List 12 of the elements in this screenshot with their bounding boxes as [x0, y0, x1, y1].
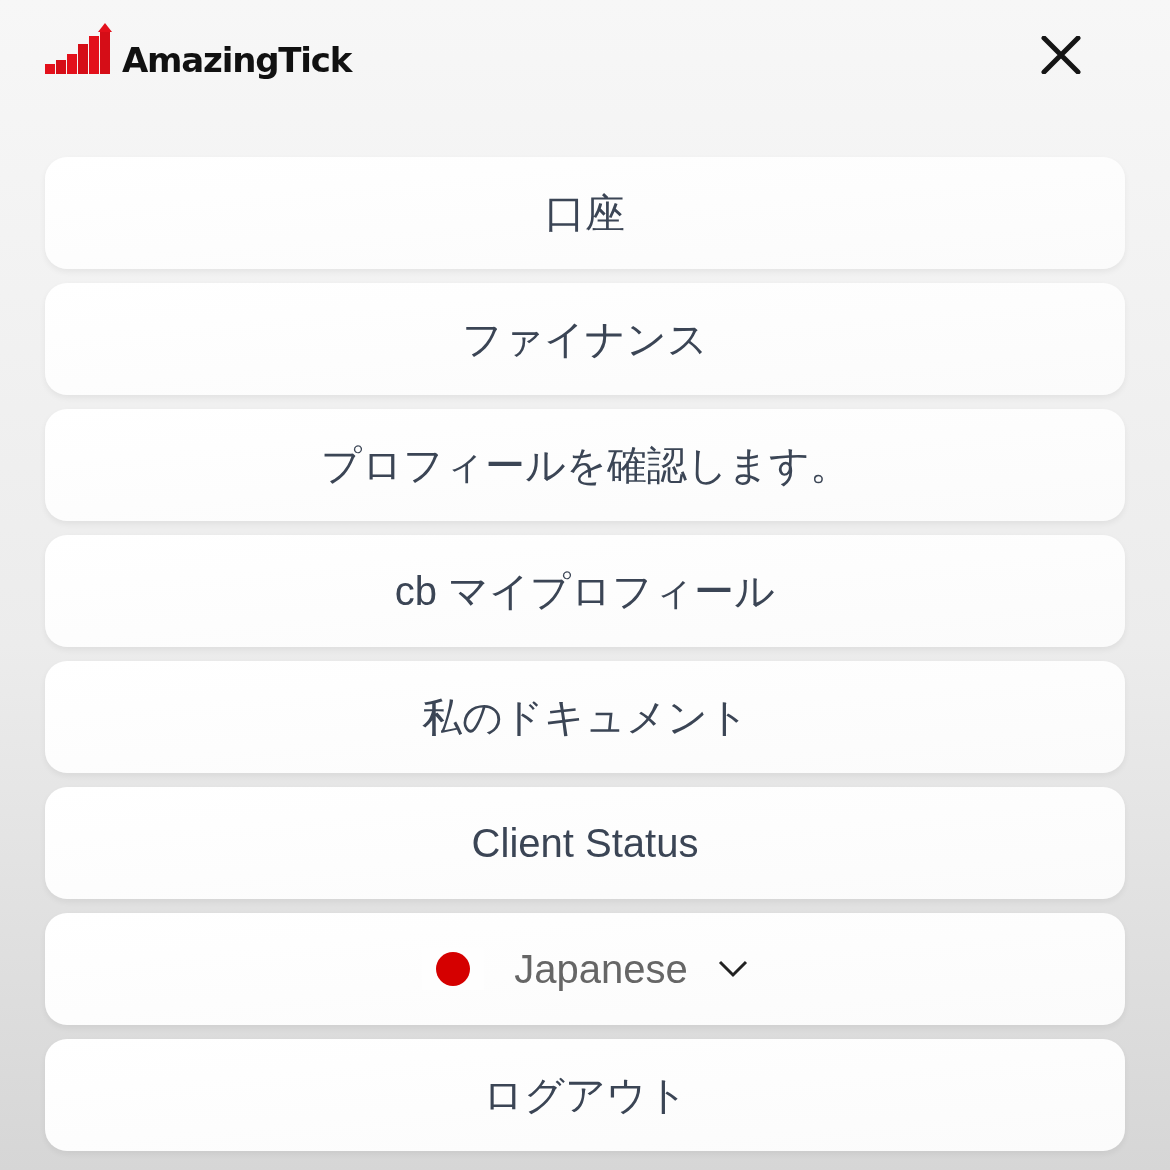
menu-item[interactable]: ログアウト: [45, 1039, 1125, 1151]
chevron-down-icon: [717, 960, 748, 978]
menu-item[interactable]: Client Status: [45, 787, 1125, 899]
close-icon: [1041, 36, 1081, 74]
menu-item[interactable]: 口座: [45, 157, 1125, 269]
menu-item[interactable]: プロフィールを確認します。: [45, 409, 1125, 521]
menu-item[interactable]: cb マイプロフィール: [45, 535, 1125, 647]
close-button[interactable]: [1040, 34, 1082, 76]
menu-item[interactable]: 私のドキュメント: [45, 661, 1125, 773]
menu-item[interactable]: ファイナンス: [45, 283, 1125, 395]
brand-name: AmazingTick: [122, 43, 352, 77]
language-selector[interactable]: Japanese: [45, 913, 1125, 1025]
